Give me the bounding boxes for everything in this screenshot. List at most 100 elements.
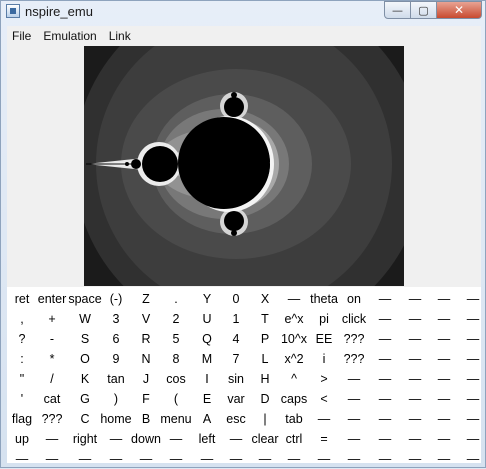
keypad-key[interactable]: space: [68, 289, 101, 309]
keypad-key[interactable]: —: [409, 369, 422, 389]
title-bar[interactable]: nspire_emu — ▢ ✕: [1, 1, 485, 25]
keypad-key[interactable]: —: [230, 429, 243, 449]
keypad-key[interactable]: 6: [113, 329, 120, 349]
keypad-key[interactable]: E: [203, 389, 211, 409]
keypad-key[interactable]: ,: [20, 309, 23, 329]
maximize-button[interactable]: ▢: [410, 1, 437, 19]
keypad-key[interactable]: tab: [285, 409, 302, 429]
keypad-key[interactable]: up: [15, 429, 29, 449]
keypad-key[interactable]: menu: [160, 409, 191, 429]
keypad-key[interactable]: —: [409, 349, 422, 369]
keypad-key[interactable]: down: [131, 429, 161, 449]
keypad-key[interactable]: i: [323, 349, 326, 369]
keypad-key[interactable]: —: [438, 429, 451, 449]
keypad-key[interactable]: 0: [233, 289, 240, 309]
keypad-key[interactable]: —: [170, 429, 183, 449]
minimize-button[interactable]: —: [384, 1, 411, 19]
keypad-key[interactable]: —: [259, 449, 272, 469]
keypad-key[interactable]: —: [348, 389, 361, 409]
keypad-key[interactable]: —: [438, 389, 451, 409]
keypad-key[interactable]: —: [46, 429, 59, 449]
keypad-key[interactable]: clear: [251, 429, 278, 449]
menu-file[interactable]: File: [7, 29, 38, 43]
keypad-key[interactable]: ctrl: [286, 429, 303, 449]
keypad-key[interactable]: -: [50, 329, 54, 349]
keypad-key[interactable]: (-): [110, 289, 123, 309]
menu-emulation[interactable]: Emulation: [38, 29, 103, 43]
keypad-key[interactable]: M: [202, 349, 212, 369]
keypad-key[interactable]: A: [203, 409, 211, 429]
keypad-key[interactable]: (: [174, 389, 178, 409]
keypad-key[interactable]: —: [409, 429, 422, 449]
keypad-key[interactable]: I: [205, 369, 208, 389]
keypad-key[interactable]: ^: [291, 369, 297, 389]
keypad-key[interactable]: D: [260, 389, 269, 409]
keypad-key[interactable]: right: [73, 429, 97, 449]
keypad-key[interactable]: <: [320, 389, 327, 409]
keypad-key[interactable]: B: [142, 409, 150, 429]
keypad-key[interactable]: —: [379, 349, 392, 369]
keypad-key[interactable]: left: [199, 429, 216, 449]
keypad-key[interactable]: EE: [316, 329, 333, 349]
keypad-key[interactable]: var: [227, 389, 244, 409]
keypad-key[interactable]: C: [80, 409, 89, 429]
keypad-key[interactable]: cos: [166, 369, 185, 389]
keypad-key[interactable]: 10^x: [281, 329, 307, 349]
keypad-key[interactable]: ': [21, 389, 23, 409]
keypad-key[interactable]: —: [467, 309, 480, 329]
keypad-key[interactable]: Y: [203, 289, 211, 309]
keypad-key[interactable]: |: [263, 409, 266, 429]
keypad-key[interactable]: L: [262, 349, 269, 369]
keypad-key[interactable]: N: [141, 349, 150, 369]
keypad-key[interactable]: —: [379, 449, 392, 469]
keypad-key[interactable]: —: [467, 329, 480, 349]
keypad-key[interactable]: J: [143, 369, 149, 389]
keypad-key[interactable]: home: [100, 409, 131, 429]
keypad-key[interactable]: Z: [142, 289, 150, 309]
keypad-key[interactable]: click: [342, 309, 366, 329]
keypad-key[interactable]: —: [467, 289, 480, 309]
keypad-key[interactable]: T: [261, 309, 269, 329]
close-button[interactable]: ✕: [436, 1, 482, 19]
keypad-key[interactable]: x^2: [284, 349, 303, 369]
keypad-key[interactable]: esc: [226, 409, 245, 429]
keypad-key[interactable]: —: [348, 449, 361, 469]
keypad-key[interactable]: —: [170, 449, 183, 469]
keypad-key[interactable]: K: [81, 369, 89, 389]
keypad-key[interactable]: *: [50, 349, 55, 369]
keypad-key[interactable]: caps: [281, 389, 307, 409]
app-icon[interactable]: [6, 4, 20, 18]
keypad-key[interactable]: —: [438, 329, 451, 349]
keypad-key[interactable]: enter: [38, 289, 67, 309]
keypad-key[interactable]: —: [110, 449, 123, 469]
keypad-key[interactable]: —: [409, 309, 422, 329]
keypad-key[interactable]: P: [261, 329, 269, 349]
keypad-key[interactable]: :: [20, 349, 23, 369]
keypad-key[interactable]: —: [438, 369, 451, 389]
keypad-key[interactable]: —: [409, 449, 422, 469]
keypad-key[interactable]: =: [320, 429, 327, 449]
keypad-key[interactable]: 1: [233, 309, 240, 329]
keypad-key[interactable]: —: [379, 329, 392, 349]
keypad-key[interactable]: Q: [202, 329, 212, 349]
keypad-key[interactable]: —: [46, 449, 59, 469]
keypad-key[interactable]: >: [320, 369, 327, 389]
keypad-key[interactable]: —: [438, 449, 451, 469]
keypad-key[interactable]: O: [80, 349, 90, 369]
keypad-key[interactable]: flag: [12, 409, 32, 429]
keypad-key[interactable]: —: [140, 449, 153, 469]
keypad-key[interactable]: —: [379, 309, 392, 329]
keypad-key[interactable]: H: [260, 369, 269, 389]
keypad-key[interactable]: cat: [44, 389, 61, 409]
keypad-key[interactable]: —: [201, 449, 214, 469]
keypad-key[interactable]: ???: [42, 409, 63, 429]
keypad-key[interactable]: —: [438, 309, 451, 329]
keypad-key[interactable]: —: [409, 329, 422, 349]
keypad-key[interactable]: e^x: [284, 309, 303, 329]
keypad-key[interactable]: —: [467, 409, 480, 429]
keypad-key[interactable]: 2: [173, 309, 180, 329]
keypad-key[interactable]: sin: [228, 369, 244, 389]
keypad-key[interactable]: 8: [173, 349, 180, 369]
keypad-key[interactable]: theta: [310, 289, 338, 309]
keypad-key[interactable]: —: [79, 449, 92, 469]
